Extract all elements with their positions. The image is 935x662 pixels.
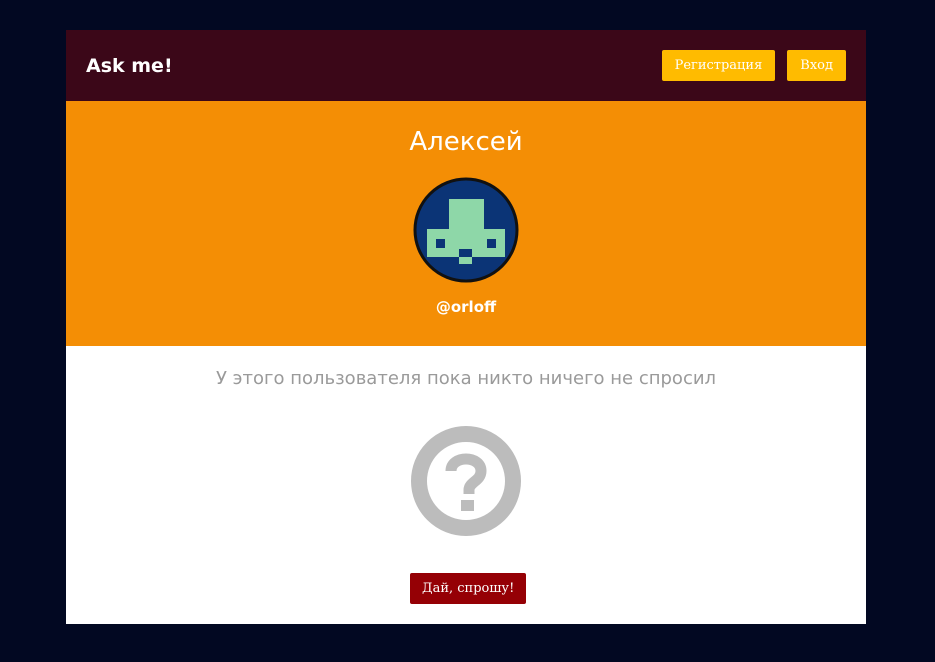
register-button[interactable]: Регистрация [661,50,776,81]
page-container: Ask me! Регистрация Вход Алексей @orloff… [66,30,866,624]
header-nav: Регистрация Вход [661,50,846,81]
pixel-avatar-icon [413,177,519,283]
logo-link[interactable]: Ask me! [86,55,173,77]
profile-nickname: @orloff [435,298,497,316]
questions-section: У этого пользователя пока никто ничего н… [66,346,866,624]
empty-questions-text: У этого пользователя пока никто ничего н… [215,368,717,389]
login-button[interactable]: Вход [787,50,846,81]
header: Ask me! Регистрация Вход [66,30,866,101]
profile-name: Алексей [409,127,523,157]
profile-section: Алексей @orloff [66,101,866,346]
ask-question-button[interactable]: Дай, спрошу! [410,573,527,604]
question-circle-icon [411,426,521,536]
